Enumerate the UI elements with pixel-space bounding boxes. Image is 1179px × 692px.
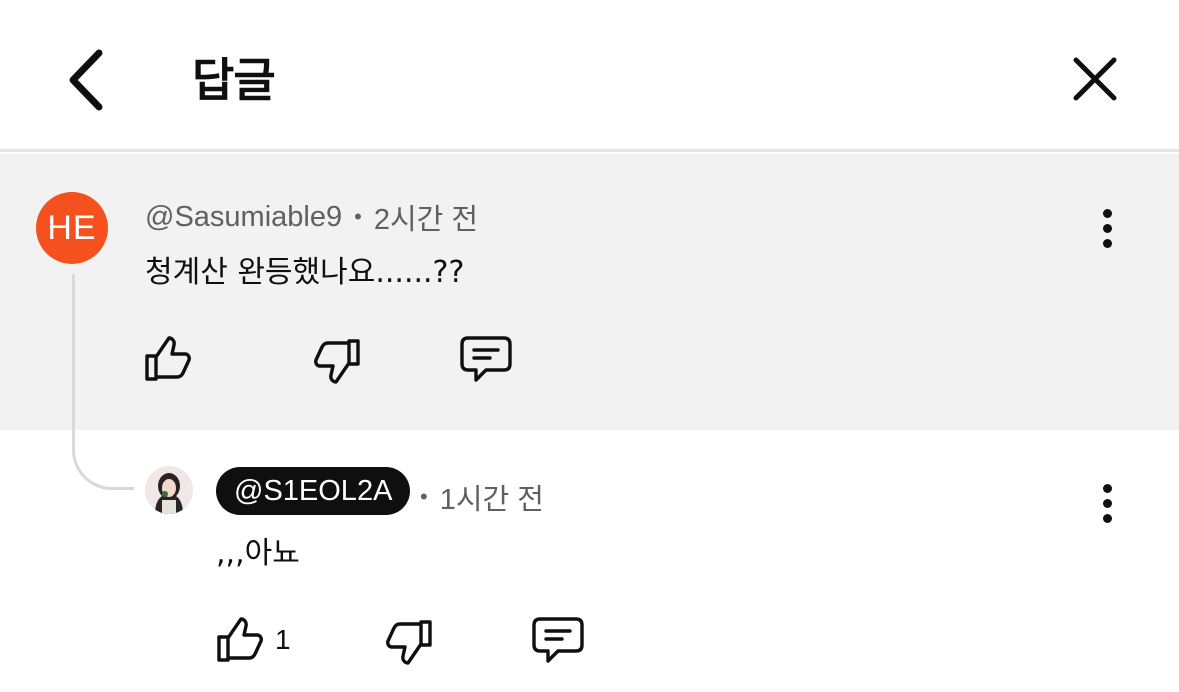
thumbs-up-icon (217, 617, 263, 662)
comment-icon (460, 336, 512, 382)
more-options-button[interactable] (1087, 198, 1127, 258)
more-options-button[interactable] (1087, 473, 1127, 533)
timestamp: 2시간 전 (373, 204, 479, 236)
parent-comment: HE @Sasumiable9 • 2시간 전 청계산 완등했나요......?… (0, 154, 1179, 430)
thumbs-down-icon (386, 620, 432, 665)
more-vertical-icon (1102, 208, 1112, 218)
thumbs-up-icon (145, 336, 191, 381)
comment-text: ,,,아뇨 (216, 536, 300, 571)
dislike-button[interactable] (312, 336, 362, 386)
separator-dot: • (420, 484, 428, 509)
close-icon (1073, 57, 1117, 101)
author-handle[interactable]: @S1EOL2A (216, 467, 411, 515)
comment-text: 청계산 완등했나요......?? (145, 255, 465, 290)
author-handle[interactable]: @Sasumiable9 (145, 201, 342, 234)
back-button[interactable] (50, 40, 120, 120)
comment-meta: @Sasumiable9 • 2시간 전 (145, 196, 478, 238)
like-button[interactable] (143, 334, 193, 384)
avatar[interactable]: HE (36, 192, 108, 264)
like-count: 1 (275, 624, 291, 655)
close-button[interactable] (1060, 44, 1130, 114)
comment-icon (532, 617, 584, 663)
header: 답글 (0, 0, 1179, 152)
thread-connector (72, 274, 134, 490)
avatar[interactable] (145, 466, 193, 514)
page-title: 답글 (192, 53, 276, 107)
reply-button[interactable] (459, 335, 513, 385)
comment-meta: • 1시간 전 (420, 476, 544, 518)
dislike-button[interactable] (384, 617, 434, 667)
timestamp: 1시간 전 (439, 484, 544, 516)
chevron-left-icon (69, 49, 103, 111)
thumbs-down-icon (314, 339, 360, 384)
separator-dot: • (354, 204, 362, 229)
reply-button[interactable] (531, 616, 585, 666)
like-button[interactable]: 1 (215, 615, 291, 665)
more-vertical-icon (1102, 483, 1112, 493)
